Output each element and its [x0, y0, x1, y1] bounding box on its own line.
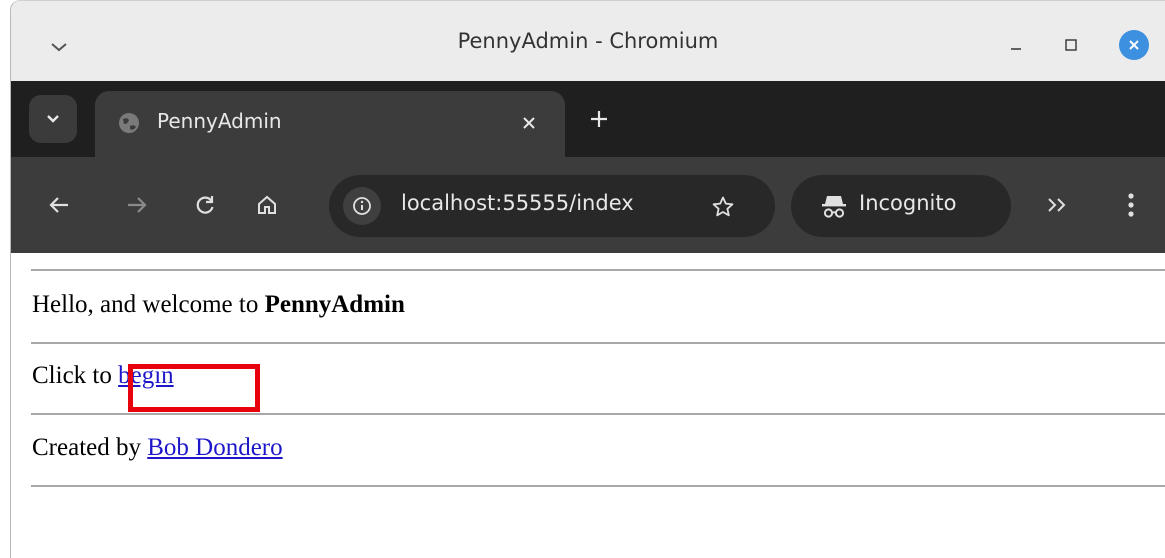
incognito-label: Incognito	[859, 191, 957, 215]
more-tools-button[interactable]	[1037, 185, 1077, 225]
forward-button[interactable]	[117, 185, 157, 225]
incognito-indicator[interactable]: Incognito	[791, 175, 1011, 237]
browser-toolbar: localhost:55555/index Incognito	[11, 157, 1165, 253]
tab-title: PennyAdmin	[157, 109, 282, 133]
tab-strip: PennyAdmin	[11, 81, 1165, 157]
close-icon	[1119, 30, 1149, 60]
window-title: PennyAdmin - Chromium	[457, 29, 719, 53]
tab-close-button[interactable]	[513, 107, 545, 139]
divider	[31, 485, 1165, 487]
minimize-button[interactable]	[996, 25, 1036, 65]
close-icon	[523, 117, 535, 129]
arrow-left-icon	[49, 197, 68, 213]
browser-menu-button[interactable]	[1111, 185, 1151, 225]
app-name: PennyAdmin	[264, 291, 405, 318]
page-content: Hello, and welcome to PennyAdmin Click t…	[11, 253, 1165, 558]
reload-button[interactable]	[185, 185, 225, 225]
info-icon	[353, 197, 371, 215]
site-info-button[interactable]	[343, 187, 381, 225]
star-icon	[712, 196, 734, 217]
incognito-icon	[819, 191, 849, 221]
home-icon	[258, 195, 276, 214]
address-bar[interactable]: localhost:55555/index	[329, 175, 775, 237]
author-link[interactable]: Bob Dondero	[147, 434, 282, 461]
click-prefix: Click to	[32, 362, 119, 389]
divider	[31, 269, 1165, 271]
tab-search-button[interactable]	[29, 95, 77, 143]
welcome-prefix: Hello, and welcome to	[32, 291, 265, 318]
plus-icon	[591, 111, 607, 127]
created-prefix: Created by	[32, 434, 148, 461]
globe-icon	[117, 111, 141, 135]
close-window-button[interactable]	[1114, 25, 1154, 65]
divider	[31, 342, 1165, 344]
kebab-menu-icon	[1128, 193, 1134, 217]
annotation-highlight-box	[128, 364, 260, 412]
bookmark-star-button[interactable]	[705, 189, 741, 225]
double-chevron-right-icon	[1048, 198, 1066, 212]
browser-window: PennyAdmin - Chromium PennyAdmin localho…	[10, 0, 1165, 558]
url-text[interactable]: localhost:55555/index	[401, 191, 634, 215]
divider	[31, 413, 1165, 415]
created-by-text: Created by Bob Dondero	[32, 434, 283, 462]
welcome-text: Hello, and welcome to PennyAdmin	[32, 291, 405, 319]
new-tab-button[interactable]	[581, 101, 617, 137]
back-button[interactable]	[39, 185, 79, 225]
chevron-down-icon	[47, 115, 59, 123]
home-button[interactable]	[247, 185, 287, 225]
title-bar: PennyAdmin - Chromium	[11, 1, 1165, 81]
tab-pennyadmin[interactable]: PennyAdmin	[95, 91, 565, 157]
arrow-right-icon	[128, 197, 147, 213]
reload-icon	[196, 196, 214, 214]
maximize-button[interactable]	[1051, 25, 1091, 65]
